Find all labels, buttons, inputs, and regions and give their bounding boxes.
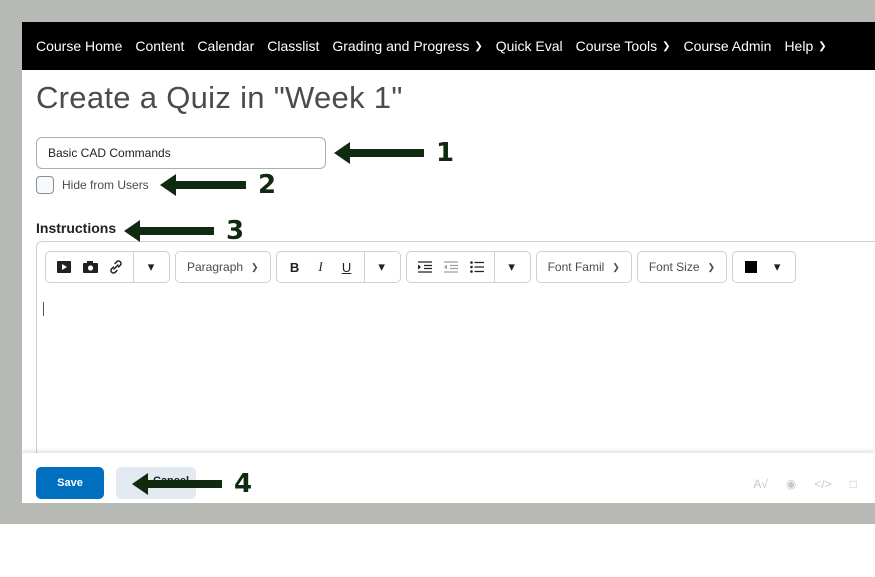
outdent-icon[interactable] <box>438 254 464 280</box>
annotation-number: 4 <box>234 469 253 499</box>
indent-icon[interactable] <box>412 254 438 280</box>
block-format-dropdown[interactable]: Paragraph ❯ <box>175 251 271 283</box>
accessibility-checker-icon[interactable]: ◉ <box>786 477 796 491</box>
italic-button[interactable]: I <box>308 254 334 280</box>
source-code-icon[interactable]: </> <box>814 477 831 491</box>
alignment-group: ▾ <box>405 251 531 283</box>
annotation-number: 3 <box>226 216 245 246</box>
underline-button[interactable]: U <box>334 254 360 280</box>
annotation-number: 2 <box>258 170 277 200</box>
instructions-label: Instructions <box>36 220 117 236</box>
page: Course Home Content Calendar Classlist G… <box>22 22 875 503</box>
nav-help[interactable]: Help ❯ <box>784 38 826 54</box>
nav-course-admin[interactable]: Course Admin <box>684 38 772 54</box>
chevron-down-icon: ❯ <box>251 261 259 272</box>
text-color-picker[interactable]: ▾ <box>732 251 797 283</box>
annotation-arrow-2: 2 <box>160 172 276 198</box>
editor-status-icons: A√ ◉ </> □ <box>753 477 857 491</box>
left-arrow-icon <box>124 220 214 242</box>
left-arrow-icon <box>160 174 246 196</box>
nav-grading-and-progress[interactable]: Grading and Progress ❯ <box>332 38 482 54</box>
more-insert-icon[interactable]: ▾ <box>138 254 164 280</box>
nav-calendar[interactable]: Calendar <box>197 38 254 54</box>
nav-classlist[interactable]: Classlist <box>267 38 319 54</box>
hide-from-users-checkbox[interactable] <box>36 176 54 194</box>
toolbar-divider <box>363 251 365 283</box>
toolbar-divider <box>493 251 495 283</box>
save-button[interactable]: Save <box>36 467 104 499</box>
font-family-dropdown[interactable]: Font Famil ❯ <box>535 251 632 283</box>
chevron-down-icon: ❯ <box>818 40 827 52</box>
annotation-arrow-4: 4 <box>132 471 252 497</box>
nav-content[interactable]: Content <box>135 38 184 54</box>
chevron-down-icon[interactable]: ▾ <box>764 254 790 280</box>
font-family-label: Font Famil <box>547 260 605 274</box>
more-alignment-icon[interactable]: ▾ <box>499 254 525 280</box>
font-size-dropdown[interactable]: Font Size ❯ <box>636 251 728 283</box>
chevron-down-icon: ❯ <box>707 261 716 272</box>
text-color-swatch-icon[interactable] <box>738 254 764 280</box>
annotation-number: 1 <box>436 138 455 168</box>
font-size-label: Font Size <box>648 260 700 274</box>
instructions-editor[interactable]: ▾ Paragraph ❯ B I U ▾ ▾ Font Famil ❯ Fon… <box>36 241 875 461</box>
course-navbar: Course Home Content Calendar Classlist G… <box>22 22 875 70</box>
quiz-name-input[interactable] <box>36 137 326 169</box>
editor-toolbar: ▾ Paragraph ❯ B I U ▾ ▾ Font Famil ❯ Fon… <box>45 251 801 283</box>
nav-course-home[interactable]: Course Home <box>36 38 122 54</box>
more-formatting-icon[interactable]: ▾ <box>369 254 395 280</box>
bullet-list-icon[interactable] <box>464 254 490 280</box>
insert-image-icon[interactable] <box>77 254 103 280</box>
annotation-arrow-1: 1 <box>334 140 454 166</box>
left-arrow-icon <box>132 473 222 495</box>
chevron-down-icon: ❯ <box>474 40 483 52</box>
insert-link-icon[interactable] <box>103 254 129 280</box>
spellcheck-icon[interactable]: A√ <box>753 477 768 491</box>
bold-button[interactable]: B <box>282 254 308 280</box>
chevron-down-icon: ❯ <box>662 40 671 52</box>
insert-video-icon[interactable] <box>51 254 77 280</box>
text-style-group: B I U ▾ <box>275 251 401 283</box>
chevron-down-icon: ❯ <box>612 261 620 272</box>
block-format-label: Paragraph <box>187 260 244 274</box>
nav-quick-eval[interactable]: Quick Eval <box>496 38 563 54</box>
nav-course-tools[interactable]: Course Tools ❯ <box>576 38 671 54</box>
left-arrow-icon <box>334 142 424 164</box>
page-title: Create a Quiz in "Week 1" <box>36 80 403 115</box>
hide-from-users-label: Hide from Users <box>62 178 149 192</box>
hide-from-users-row[interactable]: Hide from Users <box>36 176 149 194</box>
insert-group: ▾ <box>45 251 170 283</box>
text-cursor <box>43 302 44 316</box>
toolbar-divider <box>133 251 134 283</box>
preview-icon[interactable]: □ <box>850 477 857 491</box>
annotation-arrow-3: 3 <box>124 218 244 244</box>
